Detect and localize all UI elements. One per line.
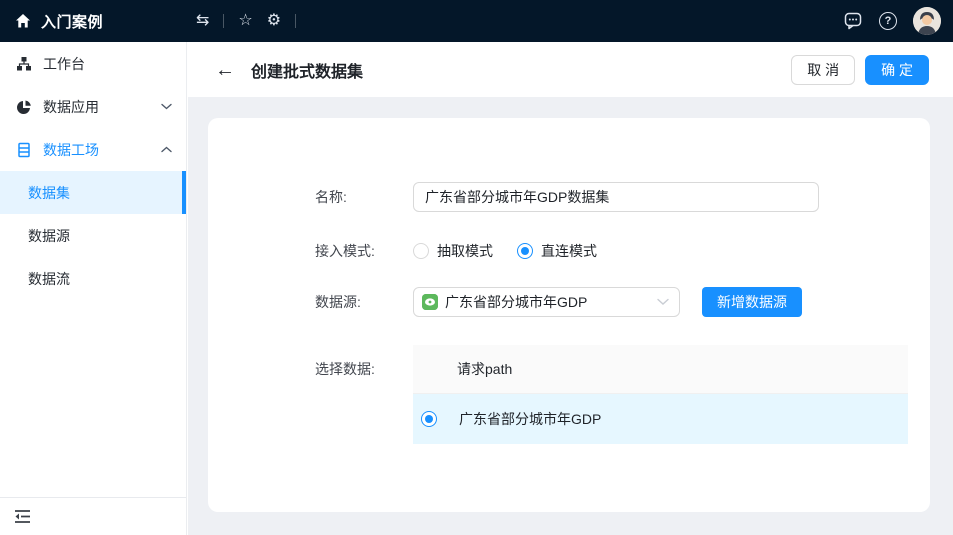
source-select[interactable]: 广东省部分城市年GDP: [413, 287, 680, 317]
list-icon: [16, 142, 32, 158]
table-row[interactable]: 广东省部分城市年GDP: [413, 394, 908, 444]
source-label: 数据源:: [315, 294, 361, 310]
home-icon[interactable]: [15, 13, 31, 29]
pie-icon: [16, 99, 32, 115]
gear-icon[interactable]: ⚙: [267, 13, 281, 29]
form-row-source: 数据源: 广东省部分城市年GDP 新增数据源: [315, 287, 908, 317]
sidebar-subitem-label: 数据流: [28, 270, 70, 287]
sidebar-subitem-label: 数据源: [28, 227, 70, 244]
swap-icon[interactable]: ⇆: [196, 13, 209, 29]
dataset-label: 选择数据:: [315, 361, 375, 377]
sidebar-item-data-factory[interactable]: 数据工场: [0, 128, 186, 171]
chevron-up-icon: [161, 146, 172, 153]
radio-direct-mode[interactable]: 直连模式: [517, 241, 597, 261]
dataset-table: 请求path 广东省部分城市年GDP: [413, 345, 908, 444]
chevron-down-icon: [657, 298, 669, 306]
datasource-green-icon: [422, 294, 438, 310]
radio-label: 抽取模式: [437, 243, 493, 259]
sidebar-item-workbench[interactable]: 工作台: [0, 42, 186, 85]
sidebar-item-datasource[interactable]: 数据源: [0, 214, 186, 257]
radio-label: 直连模式: [541, 243, 597, 259]
content-area: 名称: 接入模式: 抽取模式 直连模式 数据源:: [188, 97, 953, 535]
sidebar-item-dataset[interactable]: 数据集: [0, 171, 186, 214]
confirm-button[interactable]: 确 定: [865, 54, 929, 85]
topbar-divider: [223, 14, 225, 28]
form-row-mode: 接入模式: 抽取模式 直连模式: [315, 240, 908, 262]
topbar-divider: [295, 14, 297, 28]
form-row-name: 名称:: [315, 182, 908, 212]
table-row-label: 广东省部分城市年GDP: [459, 411, 602, 427]
form-row-dataset: 选择数据: 请求path 广东省部分城市年GDP: [315, 345, 908, 444]
radio-icon: [517, 243, 533, 259]
sidebar-item-label: 数据应用: [43, 98, 99, 115]
source-select-value: 广东省部分城市年GDP: [445, 294, 588, 310]
form-card: 名称: 接入模式: 抽取模式 直连模式 数据源:: [208, 118, 930, 512]
sidebar-item-label: 工作台: [43, 55, 85, 72]
cancel-button[interactable]: 取 消: [791, 54, 856, 85]
sidebar-footer: [0, 497, 186, 535]
avatar[interactable]: [913, 7, 941, 35]
add-datasource-button[interactable]: 新增数据源: [702, 287, 802, 317]
page-header: ← 创建批式数据集 取 消 确 定: [188, 42, 953, 97]
radio-icon: [413, 243, 429, 259]
help-icon[interactable]: ?: [879, 12, 897, 30]
radio-extract-mode[interactable]: 抽取模式: [413, 241, 493, 261]
sidebar-item-dataflow[interactable]: 数据流: [0, 257, 186, 300]
menu-fold-icon[interactable]: [14, 509, 31, 524]
sitemap-icon: [16, 56, 32, 72]
back-arrow-icon[interactable]: ←: [215, 60, 235, 80]
table-header: 请求path: [413, 345, 908, 394]
mode-label: 接入模式:: [315, 243, 375, 259]
topbar: 入门案例 ⇆ ☆ ⚙ ?: [0, 0, 953, 42]
chat-icon[interactable]: [844, 12, 863, 30]
sidebar: 工作台 数据应用 数据工场 数据集 数据源 数据流: [0, 42, 187, 535]
page-title: 创建批式数据集: [251, 63, 364, 81]
sidebar-item-label: 数据工场: [43, 141, 99, 158]
row-radio-icon[interactable]: [421, 411, 437, 427]
sidebar-item-data-apps[interactable]: 数据应用: [0, 85, 186, 128]
sidebar-subitem-label: 数据集: [28, 184, 70, 201]
name-label: 名称:: [315, 189, 347, 205]
star-icon[interactable]: ☆: [238, 13, 252, 29]
app-title: 入门案例: [41, 13, 104, 31]
table-header-cell: 请求path: [457, 361, 513, 377]
name-input[interactable]: [413, 182, 819, 212]
chevron-down-icon: [161, 103, 172, 110]
